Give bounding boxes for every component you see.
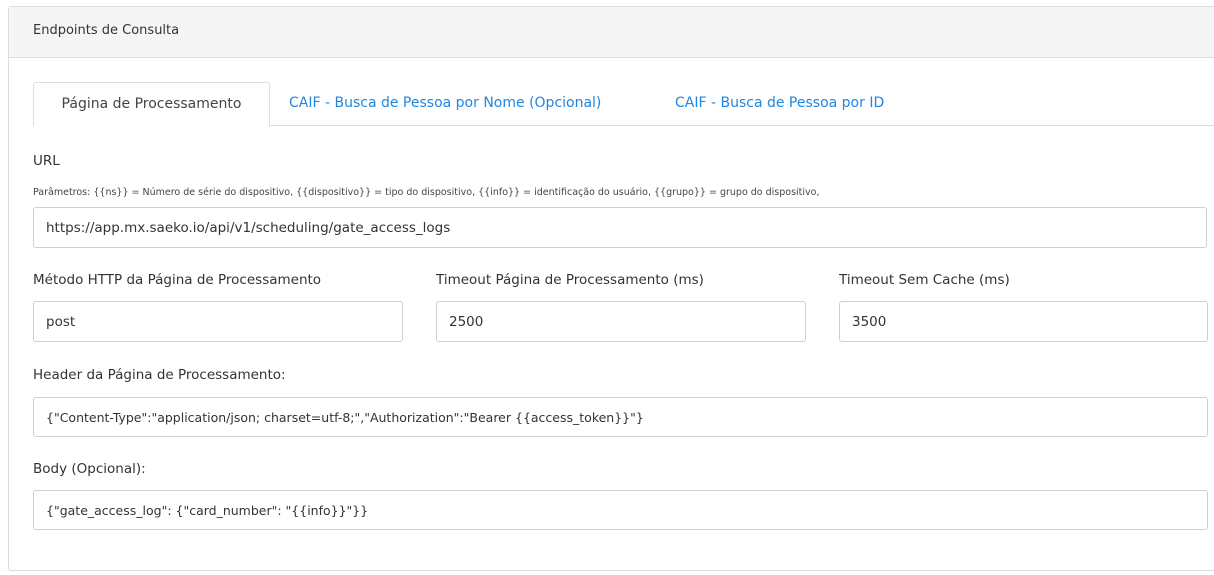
timeout-no-cache-label: Timeout Sem Cache (ms) [839,272,1010,288]
body-input[interactable] [33,490,1208,530]
header-input[interactable] [33,397,1208,437]
tab-processing-page[interactable]: Página de Processamento [33,82,270,127]
timeout-input[interactable] [436,301,806,342]
timeout-no-cache-input[interactable] [839,301,1208,342]
url-params-help: Parâmetros: {{ns}} = Número de série do … [33,187,820,198]
http-method-label: Método HTTP da Página de Processamento [33,272,322,288]
endpoints-panel: Endpoints de Consulta Página de Processa… [8,6,1214,571]
panel-title: Endpoints de Consulta [9,7,1214,58]
tab-bar: Página de Processamento CAIF - Busca de … [33,82,1214,127]
header-label: Header da Página de Processamento: [33,367,286,383]
timeout-label: Timeout Página de Processamento (ms) [436,272,704,288]
http-method-input[interactable] [33,301,403,342]
body-label: Body (Opcional): [33,461,146,477]
tab-caif-search-by-id[interactable]: CAIF - Busca de Pessoa por ID [675,82,884,126]
url-input[interactable] [33,207,1207,248]
tab-caif-search-by-name[interactable]: CAIF - Busca de Pessoa por Nome (Opciona… [289,82,601,126]
url-label: URL [33,153,60,169]
